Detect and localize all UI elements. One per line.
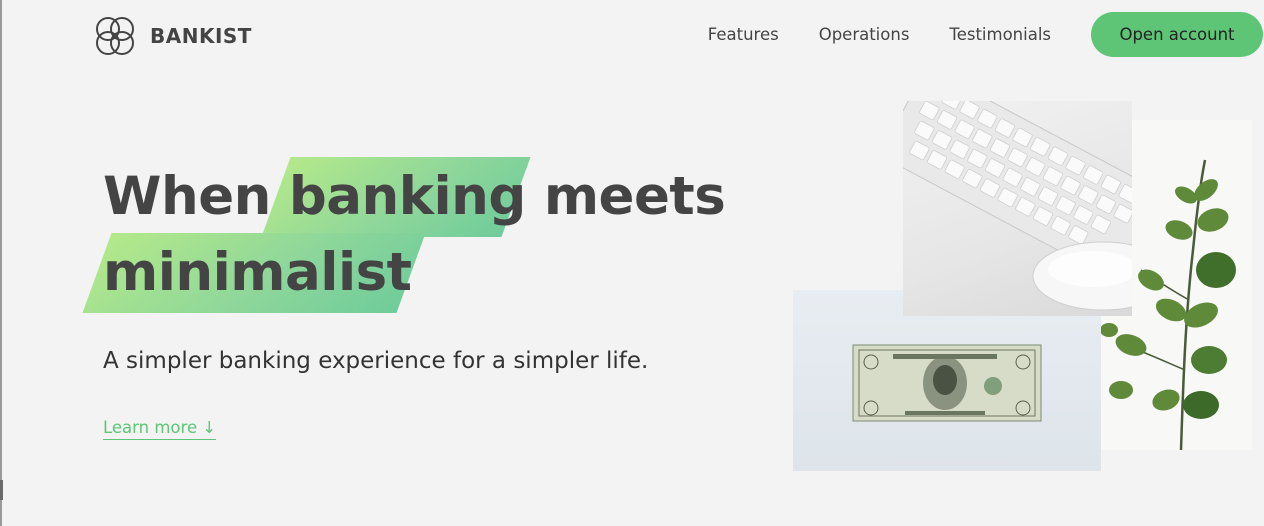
window-edge	[0, 0, 2, 526]
hero-title-word: When	[103, 166, 271, 227]
hero-title-highlight-banking: banking	[288, 166, 527, 227]
hero-title-line-1: When banking meets	[103, 170, 726, 223]
nav-link-operations[interactable]: Operations	[819, 25, 910, 44]
logo-icon	[96, 17, 134, 55]
hero-title-word: meets	[543, 166, 726, 227]
learn-more-link[interactable]: Learn more ↓	[103, 418, 217, 440]
brand-name: BANKIST	[150, 24, 252, 48]
keyboard-image	[903, 101, 1132, 316]
dollar-bill-image	[793, 290, 1101, 471]
hero-subtitle: A simpler banking experience for a simpl…	[103, 348, 649, 374]
hero-title-line-2: minimalist	[103, 246, 412, 299]
window-edge-marker	[0, 480, 3, 500]
open-account-button[interactable]: Open account	[1091, 12, 1263, 57]
hero-title-highlight-minimalist: minimalist	[103, 242, 412, 303]
nav-link-features[interactable]: Features	[708, 25, 779, 44]
main-nav: Features Operations Testimonials Open ac…	[708, 12, 1264, 57]
brand-logo[interactable]: BANKIST	[92, 13, 252, 59]
nav-link-testimonials[interactable]: Testimonials	[949, 25, 1051, 44]
